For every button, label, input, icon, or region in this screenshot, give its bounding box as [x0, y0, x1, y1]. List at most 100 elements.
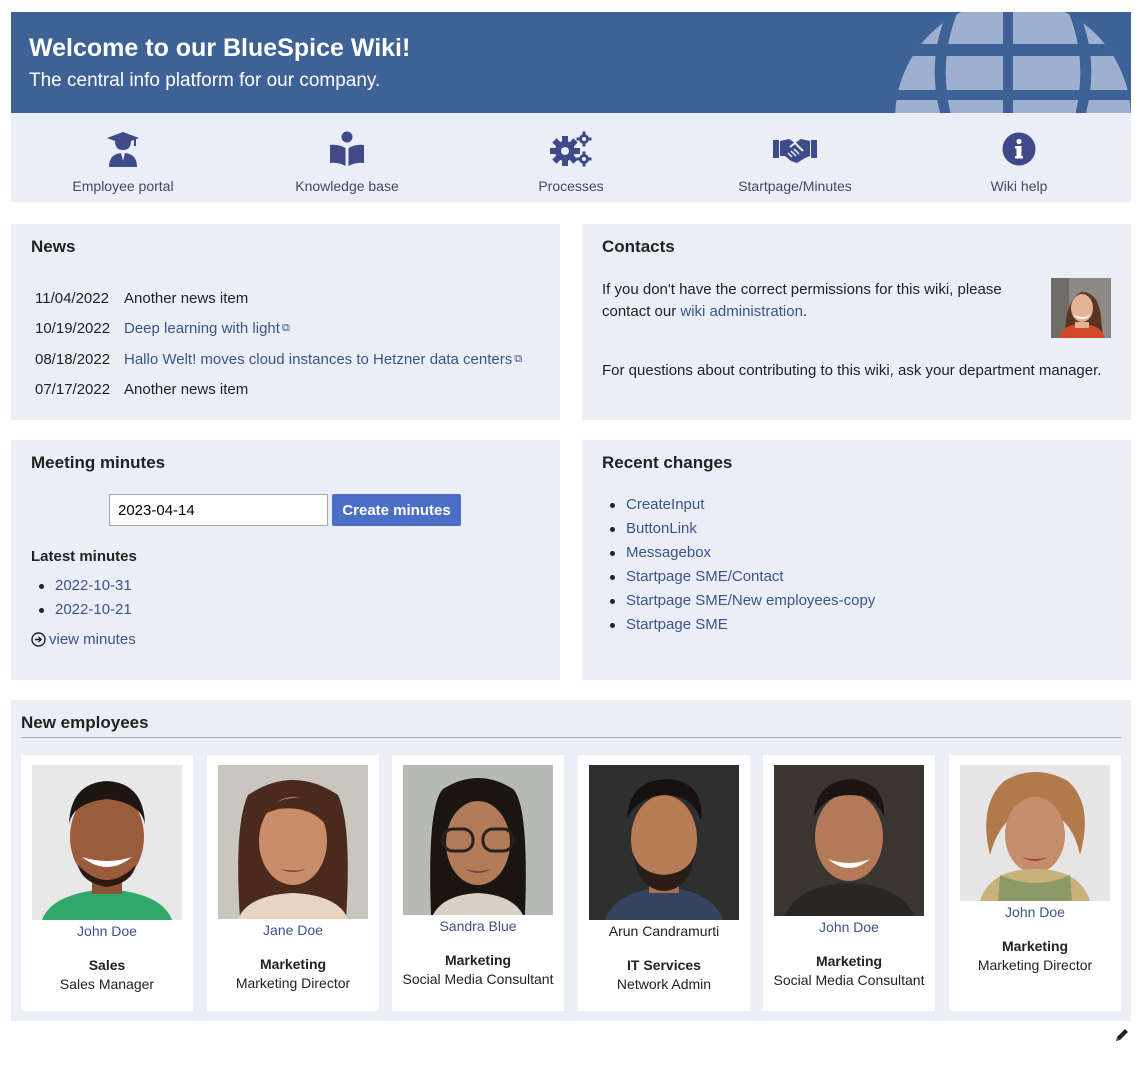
banner-title: Welcome to our BlueSpice Wiki! — [29, 34, 411, 62]
globe-icon — [895, 12, 1131, 113]
pencil-icon[interactable] — [1114, 1027, 1130, 1043]
list-item: Startpage SME/New employees-copy — [609, 589, 875, 613]
quick-nav: Employee portal Knowledge base Processes… — [11, 113, 1131, 202]
employee-dept: Marketing — [259, 956, 327, 972]
employee-role: Social Media Consultant — [402, 971, 554, 987]
reader-icon — [329, 131, 365, 167]
employee-photo — [403, 765, 553, 915]
employee-name[interactable]: John Doe — [949, 904, 1121, 920]
news-item: 07/17/2022 Another news item — [35, 375, 522, 406]
list-item: Startpage SME/Contact — [609, 565, 875, 589]
recent-changes-panel: Recent changes CreateInput ButtonLink Me… — [582, 440, 1131, 680]
recent-change-link[interactable]: ButtonLink — [626, 520, 697, 537]
employee-role: Marketing Director — [235, 975, 351, 991]
employee-role: Marketing Director — [977, 957, 1093, 973]
list-item: ButtonLink — [609, 517, 875, 541]
news-date: 11/04/2022 — [35, 289, 109, 307]
list-item: 2022-10-31 — [39, 574, 132, 598]
handshake-icon — [773, 131, 817, 167]
external-link-icon: ⧉ — [281, 322, 290, 335]
new-employees-panel: New employees John Doe Sales Sales Manag… — [11, 700, 1131, 1021]
arrow-circle-right-icon — [31, 632, 46, 647]
list-item: Messagebox — [609, 541, 875, 565]
nav-startpage-minutes[interactable]: Startpage/Minutes — [683, 113, 907, 202]
view-minutes-label: view minutes — [49, 631, 136, 648]
employee-name[interactable]: Jane Doe — [207, 922, 379, 938]
minutes-link[interactable]: 2022-10-31 — [55, 577, 132, 594]
divider — [21, 737, 1121, 738]
employee-card: Jane Doe Marketing Marketing Director — [207, 755, 379, 1011]
contact-avatar — [1051, 278, 1111, 338]
nav-knowledge-base[interactable]: Knowledge base — [235, 113, 459, 202]
news-panel: News 11/04/2022 Another news item 10/19/… — [11, 224, 560, 420]
nav-employee-portal[interactable]: Employee portal — [11, 113, 235, 202]
news-link[interactable]: Hallo Welt! moves cloud instances to Het… — [124, 351, 512, 368]
news-date: 10/19/2022 — [35, 320, 111, 338]
recent-change-link[interactable]: Startpage SME/Contact — [626, 568, 784, 585]
news-heading: News — [31, 237, 76, 256]
contacts-heading: Contacts — [602, 237, 675, 256]
meeting-minutes-panel: Meeting minutes Create minutes Latest mi… — [11, 440, 560, 680]
view-minutes-link[interactable]: view minutes — [31, 631, 136, 648]
news-list: 11/04/2022 Another news item 10/19/2022 … — [35, 283, 522, 405]
employee-dept: Marketing — [444, 952, 512, 968]
news-item: 10/19/2022 Deep learning with light ⧉ — [35, 314, 522, 345]
new-employees-heading: New employees — [21, 713, 149, 732]
employee-card: John Doe Marketing Marketing Director — [949, 755, 1121, 1011]
employee-photo — [32, 765, 182, 920]
latest-minutes-list: 2022-10-31 2022-10-21 — [39, 574, 132, 622]
employee-dept: Marketing — [815, 953, 883, 969]
nav-label: Startpage/Minutes — [738, 178, 852, 194]
contacts-panel: Contacts If you don't have the correct p… — [582, 224, 1131, 420]
contacts-text: If you don't have the correct permission… — [602, 279, 1022, 323]
employee-card: John Doe Marketing Social Media Consulta… — [763, 755, 935, 1011]
gears-icon — [549, 131, 593, 167]
wiki-admin-link[interactable]: wiki administration — [680, 303, 803, 320]
news-date: 08/18/2022 — [35, 350, 111, 368]
list-item: Startpage SME — [609, 613, 875, 637]
nav-label: Wiki help — [990, 178, 1048, 194]
minutes-date-input[interactable] — [109, 494, 328, 526]
nav-label: Knowledge base — [295, 178, 399, 194]
employee-card: Arun Candramurti IT Services Network Adm… — [578, 755, 750, 1011]
create-minutes-button[interactable]: Create minutes — [332, 494, 461, 526]
recent-change-link[interactable]: Messagebox — [626, 544, 711, 561]
recent-change-link[interactable]: Startpage SME — [626, 616, 728, 633]
welcome-banner: Welcome to our BlueSpice Wiki! The centr… — [11, 12, 1131, 113]
news-text: Another news item — [124, 289, 249, 307]
contacts-text-after: . — [802, 303, 808, 320]
employee-name[interactable]: Arun Candramurti — [578, 923, 750, 939]
employee-card: Sandra Blue Marketing Social Media Consu… — [392, 755, 564, 1011]
nav-label: Processes — [538, 178, 604, 194]
employee-dept: IT Services — [627, 957, 701, 973]
list-item: 2022-10-21 — [39, 598, 132, 622]
employee-name[interactable]: John Doe — [763, 919, 935, 935]
employee-dept: Marketing — [1001, 938, 1069, 954]
nav-processes[interactable]: Processes — [459, 113, 683, 202]
news-text: Another news item — [124, 381, 249, 399]
graduate-icon — [106, 131, 140, 167]
info-icon — [1002, 131, 1036, 167]
nav-wiki-help[interactable]: Wiki help — [907, 113, 1131, 202]
latest-minutes-heading: Latest minutes — [31, 548, 137, 565]
employee-name[interactable]: Sandra Blue — [392, 918, 564, 934]
nav-label: Employee portal — [72, 178, 174, 194]
employee-role: Sales Manager — [59, 976, 155, 992]
employee-name[interactable]: John Doe — [21, 923, 193, 939]
minutes-link[interactable]: 2022-10-21 — [55, 601, 132, 618]
news-item: 11/04/2022 Another news item — [35, 283, 522, 314]
meeting-minutes-heading: Meeting minutes — [31, 453, 166, 472]
employee-dept: Sales — [88, 957, 126, 973]
news-date: 07/17/2022 — [35, 381, 111, 399]
recent-change-link[interactable]: CreateInput — [626, 496, 704, 513]
employee-photo — [774, 765, 924, 916]
recent-change-link[interactable]: Startpage SME/New employees-copy — [626, 592, 875, 609]
employee-role: Network Admin — [616, 976, 712, 992]
employee-photo — [218, 765, 368, 919]
news-link[interactable]: Deep learning with light — [124, 320, 280, 337]
contacts-text-2: For questions about contributing to this… — [602, 362, 1102, 379]
employee-role: Social Media Consultant — [773, 972, 925, 988]
news-item: 08/18/2022 Hallo Welt! moves cloud insta… — [35, 344, 522, 375]
list-item: CreateInput — [609, 493, 875, 517]
recent-changes-list: CreateInput ButtonLink Messagebox Startp… — [609, 493, 875, 637]
